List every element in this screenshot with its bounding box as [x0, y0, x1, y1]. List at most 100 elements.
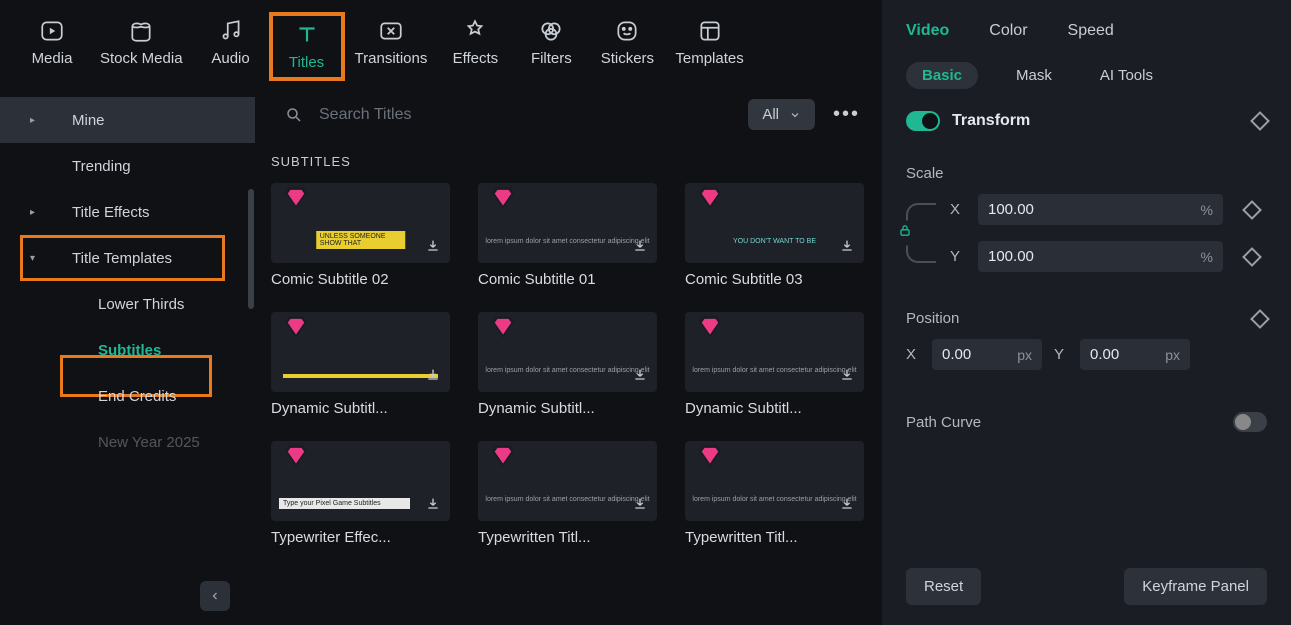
subtitle-card[interactable]: Type your Pixel Game SubtitlesTypewriter…: [271, 441, 450, 546]
sidebar-item-label: Title Effects: [72, 204, 150, 221]
subtab-ai-tools[interactable]: AI Tools: [1090, 62, 1163, 89]
card-thumbnail: lorem ipsum dolor sit amet consectetur a…: [685, 441, 864, 521]
subtitle-card[interactable]: UNLESS SOMEONE SHOW THATComic Subtitle 0…: [271, 183, 450, 288]
premium-badge-icon: [285, 316, 307, 347]
collapse-sidebar-button[interactable]: [200, 581, 230, 611]
path-curve-toggle[interactable]: [1233, 412, 1267, 432]
card-label: Typewritten Titl...: [685, 529, 864, 546]
search-box[interactable]: [271, 102, 734, 128]
nav-label: Filters: [531, 50, 572, 67]
download-icon[interactable]: [836, 493, 858, 515]
premium-badge-icon: [699, 316, 721, 347]
subtitle-card[interactable]: lorem ipsum dolor sit amet consectetur a…: [685, 312, 864, 417]
download-icon[interactable]: [422, 364, 444, 386]
sidebar-item-end-credits[interactable]: End Credits: [0, 373, 255, 419]
sidebar-item-label: Mine: [72, 112, 105, 129]
download-icon[interactable]: [629, 364, 651, 386]
nav-stock-media[interactable]: Stock Media: [90, 12, 193, 81]
sidebar-item-label: Title Templates: [72, 250, 172, 267]
keyframe-panel-button[interactable]: Keyframe Panel: [1124, 568, 1267, 605]
sidebar-item-subtitles[interactable]: Subtitles: [0, 327, 255, 373]
transform-toggle[interactable]: [906, 111, 940, 131]
sidebar-item-label: Lower Thirds: [98, 296, 184, 313]
position-label: Position: [906, 310, 959, 327]
card-label: Typewritten Titl...: [478, 529, 657, 546]
tab-video[interactable]: Video: [906, 22, 949, 40]
download-icon[interactable]: [422, 235, 444, 257]
card-thumbnail: YOU DON'T WANT TO BE: [685, 183, 864, 263]
transform-label: Transform: [952, 112, 1030, 130]
download-icon[interactable]: [629, 235, 651, 257]
properties-subtabs: Basic Mask AI Tools: [882, 52, 1291, 105]
sidebar-item-label: Trending: [72, 158, 131, 175]
card-thumbnail: lorem ipsum dolor sit amet consectetur a…: [478, 441, 657, 521]
download-icon[interactable]: [836, 235, 858, 257]
tab-color[interactable]: Color: [989, 22, 1027, 40]
reset-button[interactable]: Reset: [906, 568, 981, 605]
sidebar-item-mine[interactable]: ▸ Mine: [0, 97, 255, 143]
nav-filters[interactable]: Filters: [513, 12, 589, 81]
scale-label: Scale: [906, 165, 944, 182]
lock-icon[interactable]: [897, 221, 913, 246]
more-menu[interactable]: •••: [829, 103, 864, 126]
download-icon[interactable]: [836, 364, 858, 386]
content-area: All ••• SUBTITLES UNLESS SOMEONE SHOW TH…: [255, 89, 880, 625]
filter-label: All: [762, 106, 779, 123]
nav-label: Stickers: [601, 50, 654, 67]
premium-badge-icon: [699, 187, 721, 218]
filter-dropdown[interactable]: All: [748, 99, 815, 130]
card-label: Dynamic Subtitl...: [685, 400, 864, 417]
nav-stickers[interactable]: Stickers: [589, 12, 665, 81]
nav-media[interactable]: Media: [14, 12, 90, 81]
subtitle-card[interactable]: Dynamic Subtitl...: [271, 312, 450, 417]
search-input[interactable]: [319, 106, 726, 124]
position-x-input[interactable]: 0.00px: [932, 339, 1042, 370]
sidebar-item-title-templates[interactable]: ▾ Title Templates: [0, 235, 255, 281]
path-curve-label: Path Curve: [906, 414, 981, 431]
position-y-input[interactable]: 0.00px: [1080, 339, 1190, 370]
chevron-down-icon: ▾: [30, 253, 35, 264]
chevron-right-icon: ▸: [30, 115, 35, 126]
nav-effects[interactable]: Effects: [437, 12, 513, 81]
nav-audio[interactable]: Audio: [193, 12, 269, 81]
premium-badge-icon: [492, 187, 514, 218]
premium-badge-icon: [285, 445, 307, 476]
card-label: Dynamic Subtitl...: [271, 400, 450, 417]
titles-sidebar: ▸ Mine Trending ▸Title Effects ▾ Title Tem…: [0, 89, 255, 625]
nav-transitions[interactable]: Transitions: [345, 12, 438, 81]
keyframe-icon[interactable]: [1250, 111, 1270, 131]
subtitle-card[interactable]: lorem ipsum dolor sit amet consectetur a…: [478, 183, 657, 288]
nav-templates[interactable]: Templates: [665, 12, 753, 81]
premium-badge-icon: [492, 445, 514, 476]
download-icon[interactable]: [422, 493, 444, 515]
download-icon[interactable]: [629, 493, 651, 515]
card-label: Comic Subtitle 01: [478, 271, 657, 288]
top-nav: Media Stock Media Audio Titles Transitio…: [0, 0, 880, 89]
card-thumbnail: [271, 312, 450, 392]
subtitle-card[interactable]: YOU DON'T WANT TO BEComic Subtitle 03: [685, 183, 864, 288]
nav-label: Media: [32, 50, 73, 67]
scale-x-input[interactable]: 100.00%: [978, 194, 1223, 225]
keyframe-icon[interactable]: [1242, 200, 1262, 220]
section-heading: SUBTITLES: [271, 154, 864, 169]
subtab-basic[interactable]: Basic: [906, 62, 978, 89]
subtitle-card[interactable]: lorem ipsum dolor sit amet consectetur a…: [478, 312, 657, 417]
sidebar-item-new-year[interactable]: New Year 2025: [0, 419, 255, 465]
search-icon: [285, 106, 303, 124]
subtitle-card[interactable]: lorem ipsum dolor sit amet consectetur a…: [478, 441, 657, 546]
subtitle-grid: UNLESS SOMEONE SHOW THATComic Subtitle 0…: [271, 183, 864, 546]
premium-badge-icon: [699, 445, 721, 476]
subtitle-card[interactable]: lorem ipsum dolor sit amet consectetur a…: [685, 441, 864, 546]
sidebar-item-trending[interactable]: Trending: [0, 143, 255, 189]
keyframe-icon[interactable]: [1250, 309, 1270, 329]
keyframe-icon[interactable]: [1242, 247, 1262, 267]
premium-badge-icon: [285, 187, 307, 218]
sidebar-item-title-effects[interactable]: ▸Title Effects: [0, 189, 255, 235]
card-label: Comic Subtitle 02: [271, 271, 450, 288]
sidebar-item-lower-thirds[interactable]: Lower Thirds: [0, 281, 255, 327]
nav-titles[interactable]: Titles: [269, 12, 345, 81]
tab-speed[interactable]: Speed: [1068, 22, 1114, 40]
axis-x-label: X: [906, 346, 920, 363]
scale-y-input[interactable]: 100.00%: [978, 241, 1223, 272]
subtab-mask[interactable]: Mask: [1006, 62, 1062, 89]
